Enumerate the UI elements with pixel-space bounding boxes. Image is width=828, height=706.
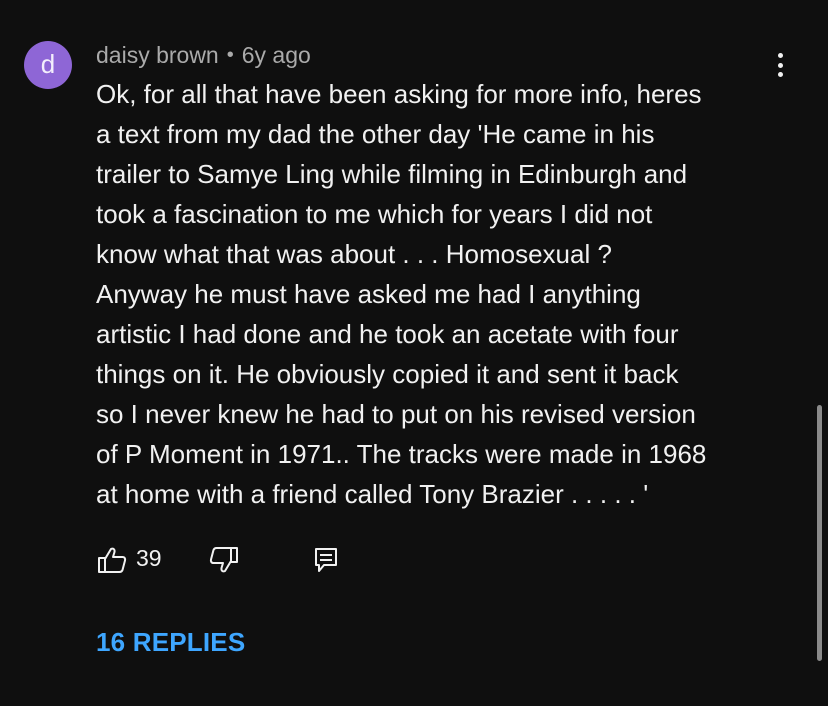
- comment-text-line: things on it. He obviously copied it and…: [96, 359, 679, 389]
- comment-text-line: Anyway he must have asked me had I anyth…: [96, 279, 641, 309]
- comment-text-line: Ok, for all that have been asking for mo…: [96, 79, 702, 109]
- comment-text-line: trailer to Samye Ling while filming in E…: [96, 159, 688, 189]
- comment-time[interactable]: 6y ago: [242, 42, 311, 69]
- comment-text-line: a text from my dad the other day 'He cam…: [96, 119, 655, 149]
- meta-separator: •: [226, 43, 234, 66]
- reply-comment-icon: [315, 548, 337, 572]
- view-replies-button[interactable]: 16 REPLIES: [96, 627, 245, 658]
- thumbs-up-icon: [98, 547, 127, 573]
- like-count: 39: [136, 545, 162, 571]
- thumbs-down-icon: [209, 547, 238, 573]
- comment-text-line: at home with a friend called Tony Brazie…: [96, 479, 649, 509]
- like-button[interactable]: [96, 544, 128, 576]
- scrollbar[interactable]: [817, 405, 822, 661]
- author-name[interactable]: daisy brown: [96, 42, 219, 69]
- comment-header: daisy brown • 6y ago: [96, 40, 311, 70]
- avatar-letter: d: [40, 48, 56, 79]
- comment-text-line: took a fascination to me which for years…: [96, 199, 653, 229]
- comment-text-line: know what that was about . . . Homosexua…: [96, 239, 612, 269]
- comment-text-line: artistic I had done and he took an aceta…: [96, 319, 679, 349]
- comment-text: Ok, for all that have been asking for mo…: [96, 74, 786, 514]
- comment-thread: d daisy brown • 6y ago Ok, for all that …: [0, 0, 828, 706]
- reply-button[interactable]: [310, 544, 342, 576]
- comment-text-line: so I never knew he had to put on his rev…: [96, 399, 696, 429]
- comment-text-line: of P Moment in 1971.. The tracks were ma…: [96, 439, 707, 469]
- avatar[interactable]: d: [24, 41, 72, 89]
- dislike-button[interactable]: [208, 544, 240, 576]
